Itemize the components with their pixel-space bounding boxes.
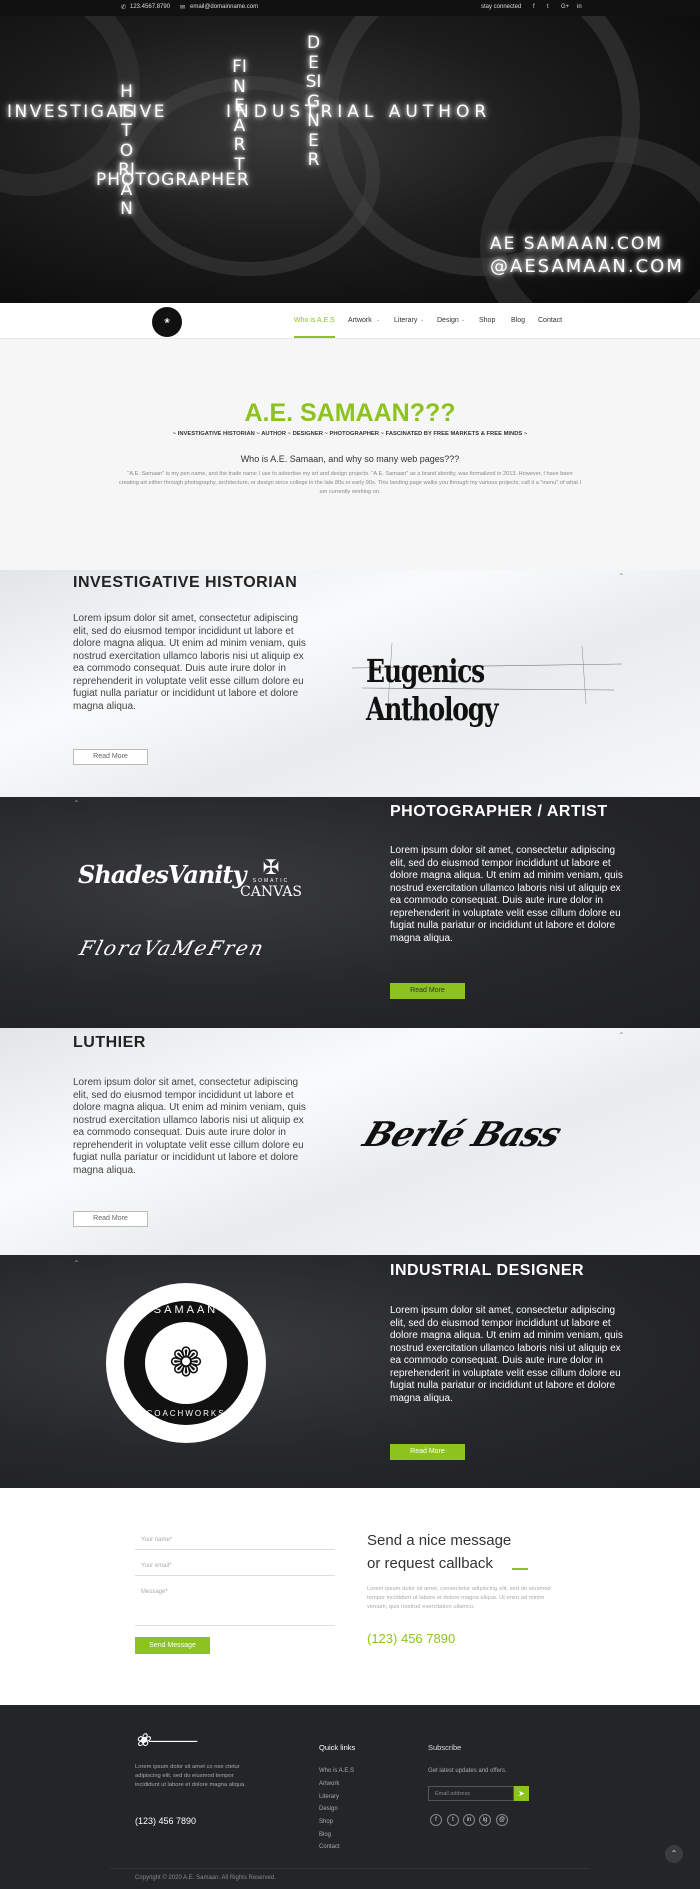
intro-tagline: ~ INVESTIGATIVE HISTORIAN ~ AUTHOR ~ DES… <box>172 431 528 437</box>
topbar-phone[interactable]: 123.4567.8790 <box>130 4 170 10</box>
eugenics-logo-text: Eugenics Anthology <box>366 652 499 728</box>
heading-accent <box>512 1568 528 1570</box>
contact-heading-line2: or request callback <box>367 1555 493 1572</box>
flora-logo: FloraVaMeFren <box>76 936 269 960</box>
subscribe-text: Get latest updates and offers. <box>428 1768 507 1774</box>
quick-links-title: Quick links <box>319 1743 356 1752</box>
nav-active-indicator <box>294 336 335 338</box>
chevron-down-icon: ⌄ <box>420 317 425 323</box>
somatic-canvas-logo: ✠ SOMATIC CANVAS <box>240 858 302 900</box>
footer-link[interactable]: Literary <box>319 1794 339 1800</box>
knot-icon: ✠ <box>262 857 280 879</box>
hero-photographer: PHOTOGRAPHER <box>96 170 250 190</box>
hero-industrial-author: INDUSTRIAL AUTHOR <box>226 102 492 122</box>
nav-design[interactable]: Design <box>437 317 459 324</box>
nav-blog[interactable]: Blog <box>511 317 525 324</box>
chevron-up-icon[interactable]: ⌃ <box>618 572 625 581</box>
section-body: Lorem ipsum dolor sit amet, consectetur … <box>390 845 623 944</box>
facebook-icon[interactable]: f <box>430 1814 442 1826</box>
top-bar: ✆ 123.4567.8790 ✉ email@domainname.com s… <box>0 0 700 16</box>
intro-question: Who is A.E. Samaan, and why so many web … <box>240 454 460 464</box>
main-nav: ❀ Who is A.E.S Artwork ⌄ Literary ⌄ Desi… <box>0 303 700 339</box>
contact-heading-line1: Send a nice message <box>367 1532 512 1549</box>
canvas-text: CANVAS <box>240 884 302 900</box>
nav-artwork[interactable]: Artwork <box>348 317 372 324</box>
intro-title: A.E. SAMAAN??? <box>244 399 456 427</box>
topbar-email[interactable]: email@domainname.com <box>190 4 258 10</box>
logo-bottom-text: COACHWORKS <box>146 1409 226 1418</box>
samaan-coachworks-logo: ❁ SAMAAN COACHWORKS <box>106 1283 266 1443</box>
email-icon[interactable]: @ <box>496 1814 508 1826</box>
intro-paragraph: "A.E. Samaan" is my pen name, and the tr… <box>118 471 582 495</box>
section-title: INDUSTRIAL DESIGNER <box>390 1262 585 1279</box>
chevron-down-icon: ⌄ <box>376 317 381 323</box>
twitter-icon[interactable]: t <box>547 4 549 10</box>
footer-link[interactable]: Who is A.E.S <box>319 1768 354 1774</box>
footer-logo[interactable]: ❀——— <box>135 1730 198 1751</box>
shades-vanity-logo: ShadesVanity <box>78 860 246 889</box>
logo-top-text: SAMAAN <box>153 1304 219 1316</box>
chevron-down-icon: ⌄ <box>461 317 466 323</box>
hero-domain-line1: AE SAMAAN.COM <box>490 234 663 254</box>
section-body: Lorem ipsum dolor sit amet, consectetur … <box>73 1077 306 1176</box>
hero-designer: DESIGNER <box>305 33 322 170</box>
contact-section <box>0 1488 700 1705</box>
footer-about: Lorem ipsum dolor sit amet co nse ctetur… <box>135 1764 246 1788</box>
send-icon[interactable]: ➤ <box>514 1786 529 1801</box>
hero-domain-line2: @AESAMAAN.COM <box>490 256 684 277</box>
linkedin-icon[interactable]: in <box>577 4 582 10</box>
nav-literary[interactable]: Literary <box>394 317 417 324</box>
intro-section: A.E. SAMAAN??? ~ INVESTIGATIVE HISTORIAN… <box>0 339 700 570</box>
footer-link[interactable]: Artwork <box>319 1781 339 1787</box>
copyright: Copyright © 2020 A.E. Samaan. All Rights… <box>135 1875 276 1881</box>
chevron-up-icon[interactable]: ⌃ <box>73 1259 80 1268</box>
name-field[interactable]: Your name* <box>135 1534 335 1550</box>
section-body: Lorem ipsum dolor sit amet, consectetur … <box>390 1305 623 1404</box>
phoenix-icon: ❁ <box>145 1322 227 1404</box>
footer-divider <box>110 1868 590 1869</box>
stay-connected-label: stay connected <box>481 4 522 10</box>
site-logo[interactable]: ❀ <box>152 307 182 337</box>
section-body: Lorem ipsum dolor sit amet, consectetur … <box>73 613 306 712</box>
phone-icon: ✆ <box>121 5 127 11</box>
footer-phone[interactable]: (123) 456 7890 <box>135 1816 196 1826</box>
footer-link[interactable]: Blog <box>319 1832 331 1838</box>
subscribe-email-input[interactable]: Email address <box>428 1786 514 1801</box>
mail-icon: ✉ <box>180 5 186 11</box>
instagram-icon[interactable]: ig <box>479 1814 491 1826</box>
nav-who-is-aes[interactable]: Who is A.E.S <box>294 317 335 324</box>
linkedin-icon[interactable]: in <box>463 1814 475 1826</box>
footer-link[interactable]: Shop <box>319 1819 333 1825</box>
hero-investigative: INVESTIGATIVE <box>7 102 168 122</box>
read-more-button[interactable]: Read More <box>73 1211 148 1227</box>
contact-text: Lorem ipsum dolor sit amet, consectetur … <box>367 1586 551 1610</box>
eugenics-anthology-logo: Eugenics Anthology <box>351 638 623 728</box>
google-plus-icon[interactable]: G+ <box>561 4 569 10</box>
subscribe-title: Subscribe <box>428 1743 462 1752</box>
read-more-button[interactable]: Read More <box>390 1444 465 1460</box>
hero-banner: INVESTIGATIVE HISTORIAN PHOTOGRAPHER FIN… <box>0 16 700 303</box>
read-more-button[interactable]: Read More <box>390 983 465 999</box>
back-to-top-icon[interactable]: ⌃ <box>665 1845 683 1863</box>
nav-shop[interactable]: Shop <box>479 317 495 324</box>
message-field[interactable]: Message* <box>135 1586 335 1626</box>
section-title: INVESTIGATIVE HISTORIAN <box>73 574 298 591</box>
twitter-icon[interactable]: t <box>447 1814 459 1826</box>
read-more-button[interactable]: Read More <box>73 749 148 765</box>
email-field[interactable]: Your email* <box>135 1560 335 1576</box>
contact-phone[interactable]: (123) 456 7890 <box>367 1631 455 1646</box>
chevron-up-icon[interactable]: ⌃ <box>73 799 80 808</box>
hero-historian: HISTORIAN <box>118 82 135 219</box>
nav-contact[interactable]: Contact <box>538 317 562 324</box>
chevron-up-icon[interactable]: ⌃ <box>618 1031 625 1040</box>
send-message-button[interactable]: Send Message <box>135 1637 210 1654</box>
footer-link[interactable]: Contact <box>319 1844 340 1850</box>
footer-link[interactable]: Design <box>319 1806 338 1812</box>
facebook-icon[interactable]: f <box>533 4 535 10</box>
section-title: PHOTOGRAPHER / ARTIST <box>390 803 608 820</box>
footer <box>0 1705 700 1889</box>
section-title: LUTHIER <box>73 1034 146 1051</box>
berle-bass-logo: Berlé Bass <box>357 1115 566 1155</box>
